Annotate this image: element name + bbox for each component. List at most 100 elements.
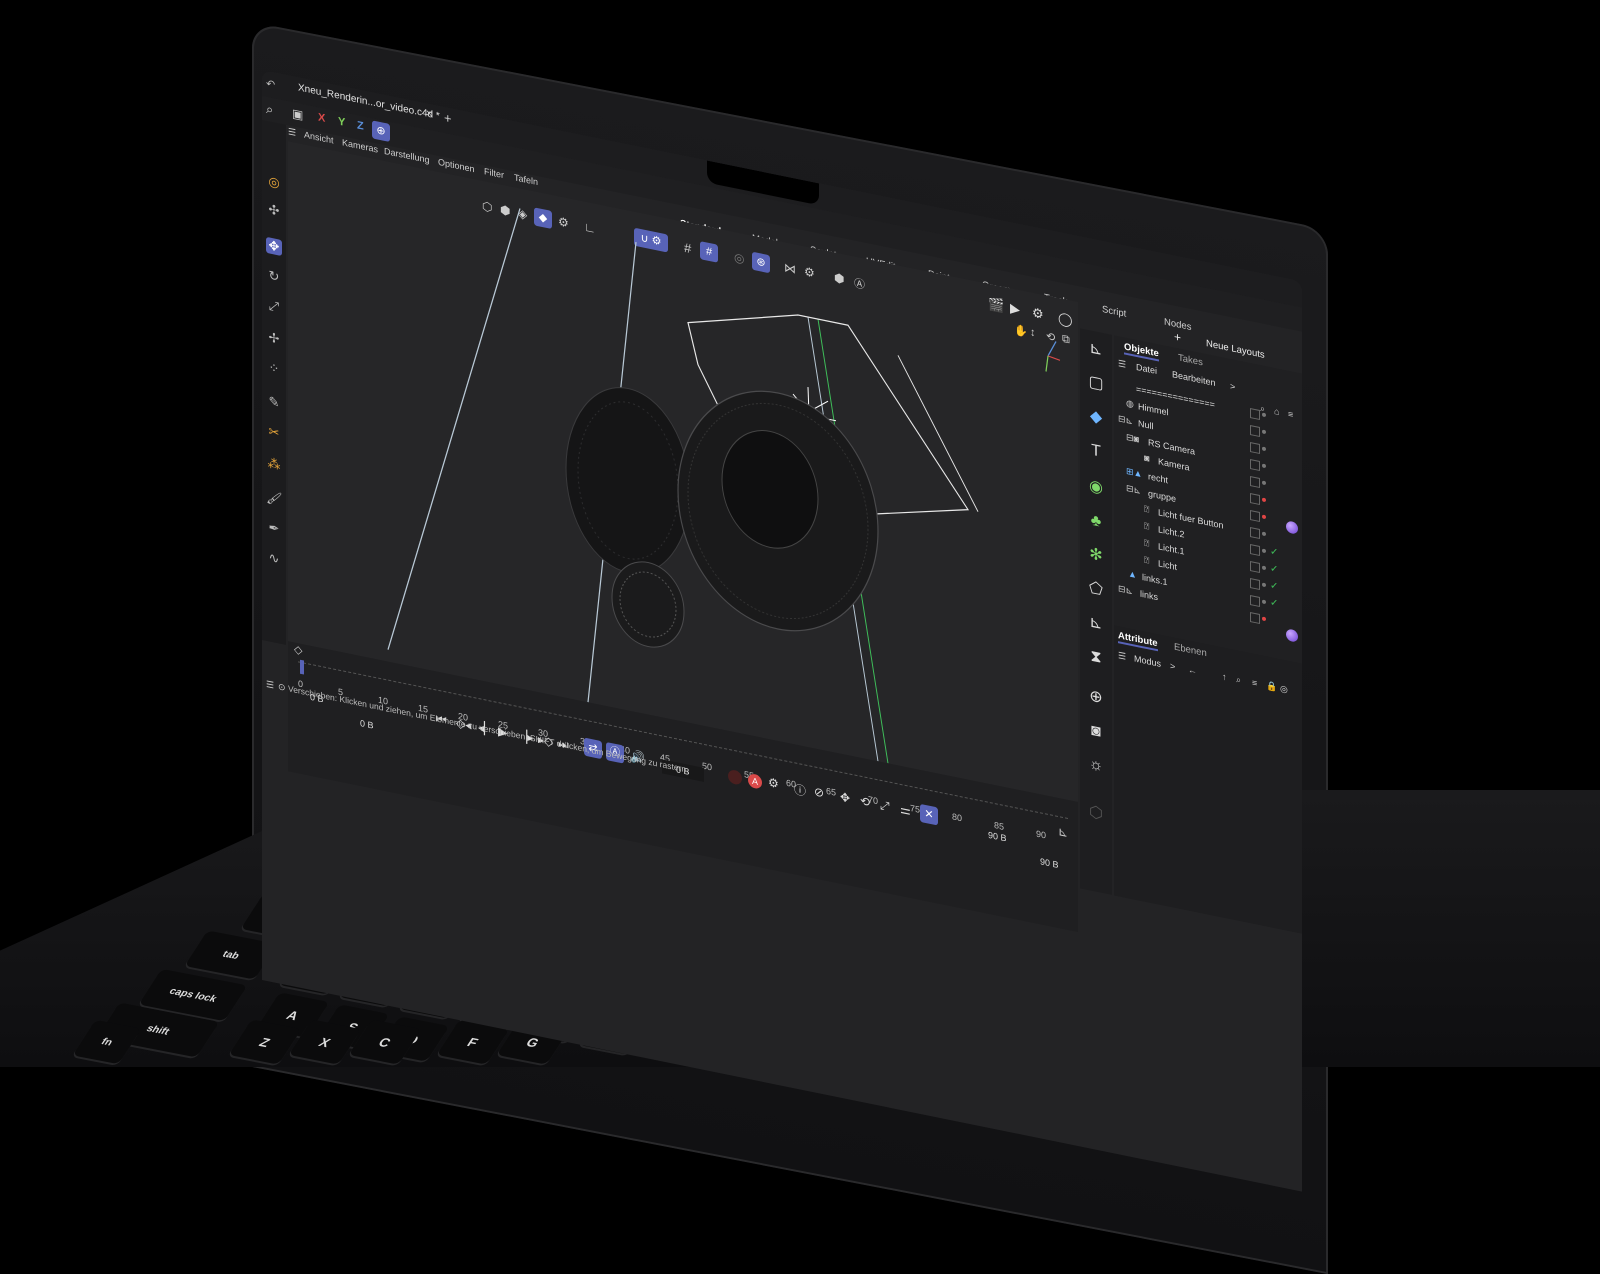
key-move-icon[interactable]: ✥ <box>840 790 850 806</box>
menu-optionen[interactable]: Optionen <box>438 157 475 174</box>
attr-filter-icon[interactable]: ≡ <box>1252 677 1257 688</box>
tab-objekte[interactable]: Objekte <box>1124 341 1159 362</box>
polygon-pen-icon[interactable]: ✎ <box>266 393 282 412</box>
key-info-icon[interactable]: ⓘ <box>794 780 806 799</box>
rs-camera-icon: ⊟◙ <box>1126 431 1139 445</box>
tick: 65 <box>826 785 837 798</box>
axis-z-button[interactable]: Z <box>357 119 364 132</box>
enabled-check-icon[interactable]: ✓ <box>1270 580 1278 593</box>
key-rotate-icon[interactable]: ⟲ <box>860 794 870 810</box>
end-frame-secondary[interactable]: 90 B <box>1040 856 1059 870</box>
sky-icon: ◍ <box>1126 397 1134 410</box>
hamburger-icon[interactable]: ☰ <box>288 126 296 139</box>
keyframe-icon[interactable]: ◇ <box>294 643 302 658</box>
coordinate-system-icon[interactable]: ⊕ <box>372 120 390 143</box>
earbud-model <box>565 387 691 648</box>
key-settings-icon[interactable]: ⚙ <box>768 775 779 791</box>
axis-x-button[interactable]: X <box>318 111 325 124</box>
tick: 90 <box>1036 828 1047 841</box>
area-light-icon: ⍰ <box>1144 520 1150 532</box>
left-toolbar: ◎ ✣ ✥ ↻ ⤢ ✢ ⁘ ✎ ✂ ⁂ 🖌 ✒ ∿ <box>262 120 286 645</box>
render-box-icon[interactable]: ▣ <box>292 106 303 122</box>
menu-bearbeiten[interactable]: Bearbeiten <box>1172 369 1216 388</box>
menu-tafeln[interactable]: Tafeln <box>514 172 538 187</box>
objects-panel: Objekte Takes ☰ Datei Bearbeiten > ⌕ ⌂ ≡… <box>1114 335 1302 934</box>
attr-target-icon[interactable]: ◎ <box>1280 683 1288 696</box>
add-layout-button[interactable]: + <box>1174 330 1181 345</box>
scale-icon[interactable]: ⤢ <box>266 297 282 316</box>
select-icon[interactable]: ◎ <box>266 173 282 192</box>
menu-kameras[interactable]: Kameras <box>342 137 378 154</box>
axis-gizmo <box>1045 341 1061 372</box>
knife-icon[interactable]: ✂ <box>266 423 282 442</box>
cube-icon[interactable]: ◆ <box>1086 406 1106 430</box>
light-icon[interactable]: ☼ <box>1086 754 1106 778</box>
attr-modus[interactable]: Modus <box>1134 653 1161 668</box>
status-menu-icon[interactable]: ☰ <box>266 679 274 692</box>
tab-ebenen[interactable]: Ebenen <box>1174 642 1207 660</box>
up-arrow-icon[interactable]: ↑ <box>1222 671 1227 682</box>
new-tab-icon[interactable]: + <box>444 110 452 127</box>
start-frame-secondary[interactable]: 0 B <box>360 718 374 731</box>
pen-icon[interactable]: ✒ <box>266 519 282 538</box>
search-icon[interactable]: ⌕ <box>266 101 273 118</box>
group-object-icon: ▲ <box>1128 568 1137 581</box>
tag-icon[interactable]: ⬠ <box>1086 578 1106 602</box>
timeline-corner-icon[interactable]: ⊾ <box>1058 824 1068 840</box>
generator-icon[interactable]: ◉ <box>1086 476 1106 500</box>
links-object-icon: ⊟⊾ <box>1118 583 1134 597</box>
attr-lock-icon[interactable]: 🔒 <box>1266 680 1277 693</box>
spline-icon[interactable]: ∿ <box>266 549 282 568</box>
enabled-check-icon[interactable]: ✓ <box>1270 546 1278 559</box>
text-icon[interactable]: T <box>1086 440 1106 464</box>
axis-y-button[interactable]: Y <box>338 115 345 128</box>
key-scale-icon[interactable]: ⤢ <box>880 798 890 815</box>
attr-menu-icon[interactable]: ☰ <box>1118 650 1126 663</box>
layout-tab-script[interactable]: Script <box>1102 304 1126 320</box>
menu-datei[interactable]: Datei <box>1136 362 1157 376</box>
attr-search-icon[interactable]: ⌕ <box>1236 674 1241 686</box>
camera-object-icon: ◙ <box>1144 452 1150 464</box>
deformer-icon[interactable]: ✻ <box>1086 544 1106 568</box>
tab-attribute[interactable]: Attribute <box>1118 630 1158 652</box>
spline-generator-icon[interactable]: ⧗ <box>1086 646 1106 670</box>
environment-icon[interactable]: ⊕ <box>1086 686 1106 710</box>
camera-icon[interactable]: ◙ <box>1086 720 1106 744</box>
axis-object-icon[interactable]: ⊾ <box>1086 338 1106 362</box>
group-object-icon: ⊞▲ <box>1126 465 1143 480</box>
area-light-icon: ⍰ <box>1144 537 1150 549</box>
eartip-model <box>677 390 879 632</box>
panel-menu-icon[interactable]: ☰ <box>1118 358 1126 371</box>
transform-icon[interactable]: ✢ <box>266 329 282 348</box>
move-icon[interactable]: ✥ <box>266 236 282 257</box>
menu-more[interactable]: > <box>1230 381 1235 392</box>
gruppe-object-icon: ⊟⊾ <box>1126 482 1142 496</box>
live-select-icon[interactable]: ✣ <box>266 201 282 220</box>
tab-takes[interactable]: Takes <box>1178 352 1203 368</box>
object-tree: =============== ◍ Himmel ⊟⊾ Null ⊟◙ RS Came… <box>1114 377 1302 655</box>
points-icon[interactable]: ⁘ <box>266 359 282 378</box>
rotate-icon[interactable]: ↻ <box>266 267 282 286</box>
light-line <box>897 355 979 512</box>
floor-line-left <box>387 208 521 650</box>
right-toolbar: ⊾ ▢ ◆ T ◉ ♣ ✻ ⬠ ⊾ ⧗ ⊕ ◙ ☼ ⬡ <box>1080 328 1112 895</box>
menu-filter[interactable]: Filter <box>484 166 504 180</box>
close-tab-icon[interactable]: × <box>426 107 432 120</box>
brush-icon[interactable]: ⁂ <box>266 455 282 474</box>
key-check-icon[interactable]: ⊘ <box>814 784 824 800</box>
enabled-check-icon[interactable]: ✓ <box>1270 563 1278 576</box>
playhead[interactable] <box>300 659 304 675</box>
paint-icon[interactable]: 🖌 <box>266 489 283 508</box>
menu-ansicht[interactable]: Ansicht <box>304 130 334 146</box>
square-icon[interactable]: ▢ <box>1086 372 1106 396</box>
tick: 85 <box>994 819 1005 832</box>
enabled-check-icon[interactable]: ✓ <box>1270 597 1278 610</box>
undo-icon[interactable]: ↶ <box>266 77 275 92</box>
key-param-icon[interactable]: ⚌ <box>900 802 911 818</box>
coordinate-icon[interactable]: ⊾ <box>1086 612 1106 636</box>
key-point-level-icon[interactable]: ✕ <box>920 803 938 826</box>
back-arrow-icon[interactable]: ← <box>1188 664 1197 676</box>
attr-more[interactable]: > <box>1170 661 1175 672</box>
tick: 75 <box>910 802 921 815</box>
cloner-icon[interactable]: ♣ <box>1086 510 1106 534</box>
